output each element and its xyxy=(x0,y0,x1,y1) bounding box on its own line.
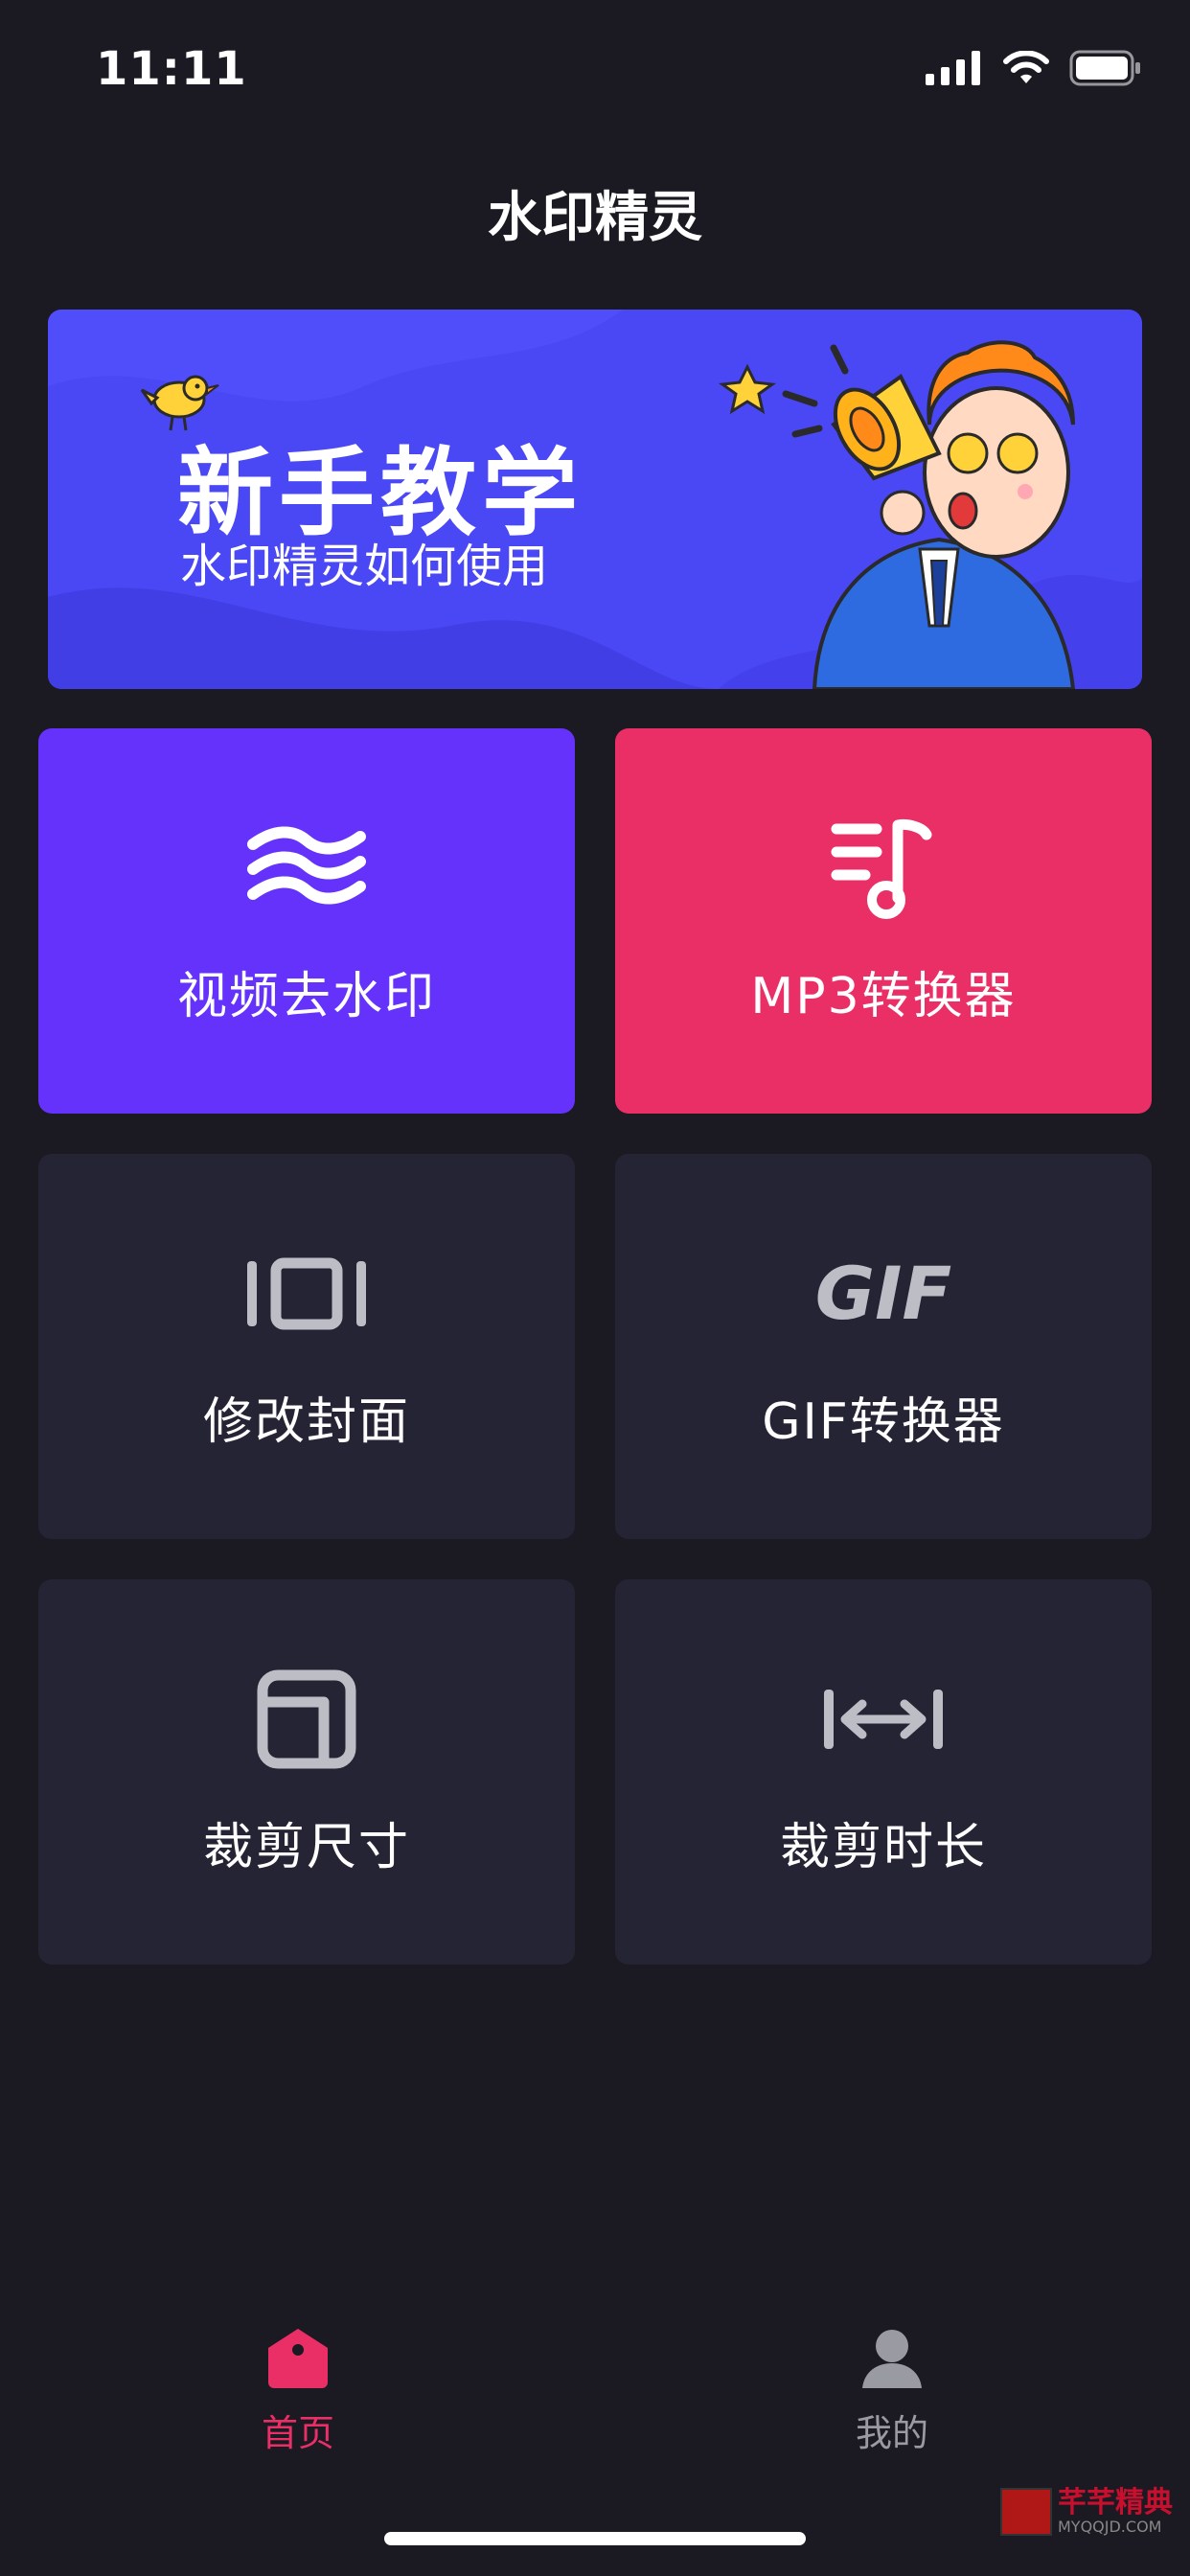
status-bar: 11:11 xyxy=(0,0,1190,144)
tile-crop-size[interactable]: 裁剪尺寸 xyxy=(38,1579,575,1965)
wifi-icon xyxy=(1003,51,1049,83)
tile-label: GIF转换器 xyxy=(762,1392,1005,1451)
waves-icon xyxy=(247,825,366,905)
user-icon xyxy=(862,2330,922,2388)
watermark-en-text: MYQQJD.COM xyxy=(1058,2518,1162,2536)
watermark-logo xyxy=(1000,2488,1052,2536)
tile-label: 裁剪尺寸 xyxy=(202,1818,410,1876)
tile-label: MP3转换器 xyxy=(750,967,1017,1025)
status-icons xyxy=(926,50,1142,86)
tile-trim-duration[interactable]: 裁剪时长 xyxy=(615,1579,1152,1965)
tutorial-banner[interactable]: 新手教学 水印精灵如何使用 xyxy=(48,310,1142,689)
home-icon xyxy=(268,2329,328,2388)
tile-edit-cover[interactable]: 修改封面 xyxy=(38,1154,575,1539)
tile-mp3-converter[interactable]: MP3转换器 xyxy=(615,728,1152,1114)
cover-frame-icon xyxy=(247,1257,366,1329)
banner-subtitle: 水印精灵如何使用 xyxy=(180,540,549,593)
battery-icon xyxy=(1069,50,1140,86)
tab-label: 首页 xyxy=(261,2412,334,2454)
tile-label: 修改封面 xyxy=(202,1392,410,1451)
home-indicator xyxy=(384,2532,806,2545)
site-watermark: 芊芊精典 MYQQJD.COM xyxy=(1000,2488,1173,2536)
megaphone-man-illustration xyxy=(718,340,1076,689)
crop-size-icon xyxy=(257,1669,356,1768)
page-title: 水印精灵 xyxy=(488,187,702,249)
tile-label: 视频去水印 xyxy=(176,967,436,1025)
tab-label: 我的 xyxy=(855,2412,928,2454)
trim-duration-icon xyxy=(824,1689,943,1749)
signal-icon xyxy=(926,51,980,85)
gif-icon: GIF xyxy=(814,1251,952,1336)
tile-label: 裁剪时长 xyxy=(779,1818,987,1876)
watermark-cn-text: 芊芊精典 xyxy=(1058,2486,1173,2519)
status-time: 11:11 xyxy=(96,42,247,96)
tab-home[interactable]: 首页 xyxy=(202,2327,394,2456)
tab-profile[interactable]: 我的 xyxy=(796,2327,988,2456)
tile-video-watermark-remover[interactable]: 视频去水印 xyxy=(38,728,575,1114)
music-note-icon xyxy=(831,818,932,919)
tile-gif-converter[interactable]: GIF GIF转换器 xyxy=(615,1154,1152,1539)
